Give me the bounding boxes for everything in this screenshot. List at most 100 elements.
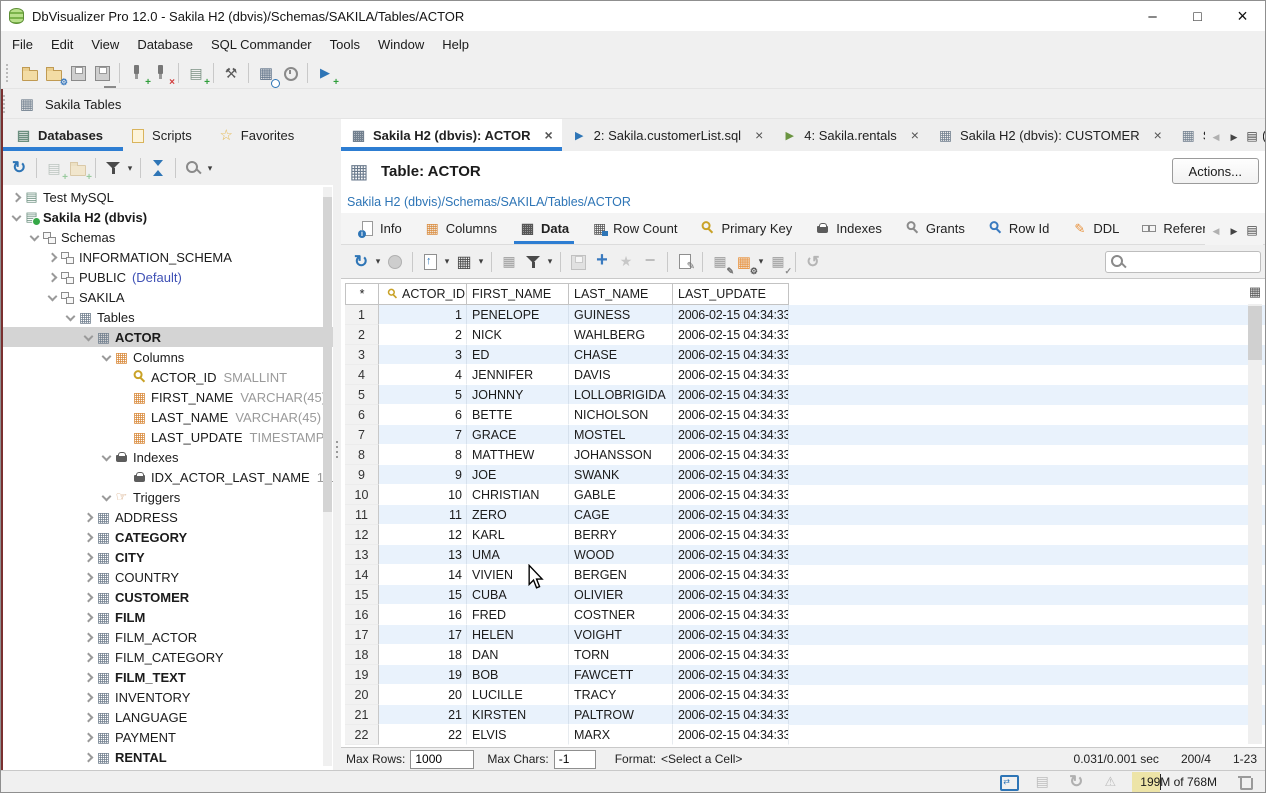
chevron-down-icon[interactable]	[545, 251, 555, 273]
cell-last-name[interactable]: GABLE	[569, 485, 673, 505]
close-icon[interactable]	[1154, 127, 1162, 143]
cell-last-name[interactable]: CHASE	[569, 345, 673, 365]
table-row[interactable]: 15 15 CUBA OLIVIER 2006-02-15 04:34:33	[345, 585, 1265, 605]
tree-item[interactable]: CITY	[1, 547, 333, 567]
column-header-actor-id[interactable]: ACTOR_ID	[379, 283, 467, 305]
bookmark-label[interactable]: Sakila Tables	[45, 97, 121, 112]
expander-icon[interactable]	[117, 470, 131, 484]
expander-icon[interactable]	[81, 610, 95, 624]
cell-first-name[interactable]: HELEN	[467, 625, 569, 645]
cell-actor-id[interactable]: 14	[379, 565, 467, 585]
table-row[interactable]: 1 1 PENELOPE GUINESS 2006-02-15 04:34:33	[345, 305, 1265, 325]
cell-actor-id[interactable]: 19	[379, 665, 467, 685]
table-row[interactable]: 17 17 HELEN VOIGHT 2006-02-15 04:34:33	[345, 625, 1265, 645]
editor-tab[interactable]: Sakila H2 (dbvis): ACTOR	[341, 119, 562, 151]
tree-item[interactable]: Sakila H2 (dbvis)	[1, 207, 333, 227]
tree-item[interactable]: Columns	[1, 347, 333, 367]
row-header-cell[interactable]: *	[345, 283, 379, 305]
cell-last-name[interactable]: BERGEN	[569, 565, 673, 585]
search-input[interactable]	[1128, 254, 1260, 270]
editor-tab[interactable]: 4: Sakila.rentals	[772, 119, 928, 151]
tree-item[interactable]: FILM_TEXT	[1, 667, 333, 687]
toolbar-grip[interactable]	[6, 64, 13, 82]
open-file-icon[interactable]	[19, 62, 41, 84]
cell-first-name[interactable]: GRACE	[467, 425, 569, 445]
scrollbar-thumb[interactable]	[1248, 306, 1262, 360]
cell-last-update[interactable]: 2006-02-15 04:34:33	[673, 305, 789, 325]
tree-item[interactable]: COUNTRY	[1, 567, 333, 587]
row-number[interactable]: 19	[345, 665, 379, 685]
tree-item[interactable]: RENTAL	[1, 747, 333, 767]
cell-last-name[interactable]: MOSTEL	[569, 425, 673, 445]
tree-item[interactable]: Test MySQL	[1, 187, 333, 207]
filter-icon[interactable]	[102, 157, 124, 179]
filter-rows-icon[interactable]	[522, 251, 544, 273]
cell-last-update[interactable]: 2006-02-15 04:34:33	[673, 445, 789, 465]
table-row[interactable]: 6 6 BETTE NICHOLSON 2006-02-15 04:34:33	[345, 405, 1265, 425]
cell-last-name[interactable]: DAVIS	[569, 365, 673, 385]
actions-button[interactable]: Actions...	[1172, 158, 1259, 184]
table-row[interactable]: 14 14 VIVIEN BERGEN 2006-02-15 04:34:33	[345, 565, 1265, 585]
cell-last-name[interactable]: TRACY	[569, 685, 673, 705]
cell-last-name[interactable]: BERRY	[569, 525, 673, 545]
cell-actor-id[interactable]: 6	[379, 405, 467, 425]
cell-last-update[interactable]: 2006-02-15 04:34:33	[673, 625, 789, 645]
chevron-down-icon[interactable]	[125, 157, 135, 179]
cell-last-name[interactable]: VOIGHT	[569, 625, 673, 645]
grid-edit-icon[interactable]	[709, 251, 731, 273]
row-number[interactable]: 15	[345, 585, 379, 605]
expander-icon[interactable]	[81, 330, 95, 344]
table-row[interactable]: 5 5 JOHNNY LOLLOBRIGIDA 2006-02-15 04:34…	[345, 385, 1265, 405]
cell-last-update[interactable]: 2006-02-15 04:34:33	[673, 405, 789, 425]
tree-item[interactable]: FILM_ACTOR	[1, 627, 333, 647]
recent-tables-icon[interactable]	[255, 62, 277, 84]
tree-item[interactable]: CATEGORY	[1, 527, 333, 547]
scroll-tabs-left-icon[interactable]	[1209, 128, 1223, 143]
expander-icon[interactable]	[99, 490, 113, 504]
menu-item[interactable]: Edit	[42, 31, 82, 58]
refresh-icon[interactable]	[8, 157, 30, 179]
row-number[interactable]: 13	[345, 545, 379, 565]
expander-icon[interactable]	[117, 410, 131, 424]
row-number[interactable]: 21	[345, 705, 379, 725]
cell-last-update[interactable]: 2006-02-15 04:34:33	[673, 485, 789, 505]
tree-item[interactable]: CUSTOMER	[1, 587, 333, 607]
sidebar-tab[interactable]: Favorites	[218, 119, 306, 151]
breadcrumb[interactable]: Sakila H2 (dbvis)/Schemas/SAKILA/Tables/…	[341, 191, 1265, 213]
table-row[interactable]: 7 7 GRACE MOSTEL 2006-02-15 04:34:33	[345, 425, 1265, 445]
object-tab[interactable]: Data	[508, 213, 580, 244]
expander-icon[interactable]	[81, 550, 95, 564]
cell-first-name[interactable]: BOB	[467, 665, 569, 685]
object-tab[interactable]: Indexes	[803, 213, 893, 244]
cell-first-name[interactable]: UMA	[467, 545, 569, 565]
expander-icon[interactable]	[63, 310, 77, 324]
scroll-tabs-right-icon[interactable]	[1227, 222, 1241, 237]
column-header-last-update[interactable]: LAST_UPDATE	[673, 283, 789, 305]
menu-item[interactable]: Tools	[321, 31, 369, 58]
cell-actor-id[interactable]: 8	[379, 445, 467, 465]
connection-monitor-icon[interactable]	[997, 771, 1019, 793]
table-row[interactable]: 8 8 MATTHEW JOHANSSON 2006-02-15 04:34:3…	[345, 445, 1265, 465]
cell-actor-id[interactable]: 21	[379, 705, 467, 725]
cell-last-update[interactable]: 2006-02-15 04:34:33	[673, 705, 789, 725]
cell-actor-id[interactable]: 1	[379, 305, 467, 325]
cell-first-name[interactable]: KARL	[467, 525, 569, 545]
tree-item[interactable]: INFORMATION_SCHEMA	[1, 247, 333, 267]
expander-icon[interactable]	[27, 230, 41, 244]
close-icon[interactable]	[755, 127, 763, 143]
table-row[interactable]: 9 9 JOE SWANK 2006-02-15 04:34:33	[345, 465, 1265, 485]
cell-first-name[interactable]: MATTHEW	[467, 445, 569, 465]
cell-actor-id[interactable]: 16	[379, 605, 467, 625]
cell-actor-id[interactable]: 4	[379, 365, 467, 385]
cell-last-name[interactable]: MARX	[569, 725, 673, 745]
row-number[interactable]: 10	[345, 485, 379, 505]
save-as-icon[interactable]	[91, 62, 113, 84]
tree-item[interactable]: LAST_UPDATE TIMESTAMP	[1, 427, 333, 447]
table-row[interactable]: 19 19 BOB FAWCETT 2006-02-15 04:34:33	[345, 665, 1265, 685]
maximize-button[interactable]	[1175, 1, 1220, 31]
cell-first-name[interactable]: ELVIS	[467, 725, 569, 745]
cell-last-name[interactable]: NICHOLSON	[569, 405, 673, 425]
close-button[interactable]	[1220, 1, 1265, 31]
row-number[interactable]: 17	[345, 625, 379, 645]
max-rows-input[interactable]	[410, 750, 474, 769]
